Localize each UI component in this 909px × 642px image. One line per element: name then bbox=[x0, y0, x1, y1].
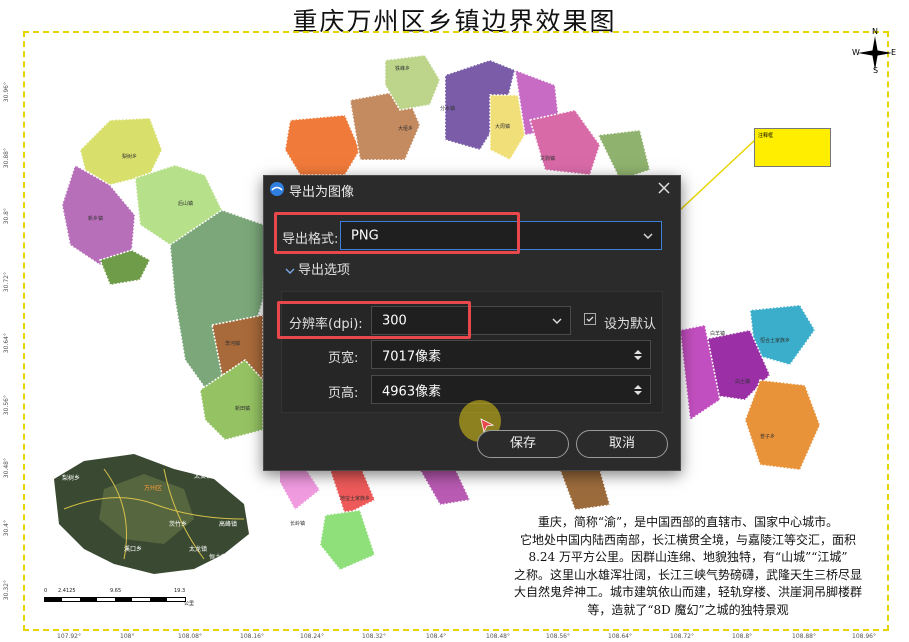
scale-label: 2.4125 bbox=[58, 588, 76, 594]
lat-label: 30.64° bbox=[3, 333, 10, 354]
lon-label: 108.64° bbox=[608, 633, 632, 640]
lat-label: 30.56° bbox=[3, 395, 10, 416]
scale-label: 19.3 bbox=[174, 588, 186, 594]
compass-s: S bbox=[873, 66, 879, 75]
inset-label: 恒土家族乡 bbox=[209, 554, 240, 561]
lon-label: 108.4° bbox=[426, 633, 447, 640]
scale-bar: 0 2.4125 9.65 19.3 公里 bbox=[44, 588, 204, 612]
lon-label: 108.56° bbox=[546, 633, 570, 640]
lat-label: 30.4° bbox=[3, 520, 10, 537]
description-line: 它地处中国内陆西南部，长江横贯全境，与嘉陵江等交汇，面积 bbox=[519, 532, 856, 547]
height-spinbox[interactable]: 4963像素 bbox=[371, 375, 651, 404]
lat-label: 30.88° bbox=[3, 148, 10, 169]
lat-label: 30.72° bbox=[3, 272, 10, 293]
lat-label: 30.96° bbox=[3, 82, 10, 103]
description-line: 等，造就了“8D 魔幻”之城的独特景观 bbox=[587, 602, 789, 617]
chevron-down-icon bbox=[285, 268, 295, 274]
width-label: 页宽: bbox=[328, 351, 359, 366]
description-line: 重庆，简称“渝”，是中国西部的直辖市、国家中心城市。 bbox=[537, 515, 839, 529]
resolution-highlight bbox=[277, 301, 471, 339]
close-icon[interactable] bbox=[656, 180, 672, 196]
lon-label: 108.72° bbox=[670, 633, 694, 640]
spin-arrows-icon[interactable] bbox=[634, 384, 642, 396]
cancel-button[interactable]: 取消 bbox=[576, 430, 668, 458]
inset-label: 万州区 bbox=[144, 485, 163, 492]
north-arrow-icon: N S E W bbox=[852, 27, 898, 76]
lon-label: 108.88° bbox=[792, 633, 816, 640]
lon-label: 108.32° bbox=[362, 633, 386, 640]
scale-label: 0 bbox=[44, 588, 48, 594]
set-default-checkbox[interactable] bbox=[584, 313, 596, 325]
inset-map: 梨树乡 太安镇 万州区 茨竹乡 高峰镇 溪口乡 太龙镇 恒土家族乡 bbox=[44, 449, 280, 579]
inset-satellite-image bbox=[54, 454, 249, 574]
inset-label: 茨竹乡 bbox=[169, 521, 188, 528]
description-text: 重庆，简称“渝”，是中国西部的直辖市、国家中心城市。 它地处中国内陆西南部，长江… bbox=[478, 514, 898, 620]
height-value: 4963像素 bbox=[382, 384, 442, 399]
compass-w: W bbox=[852, 48, 860, 57]
width-value: 7017像素 bbox=[382, 349, 442, 364]
description-line: 之称。这里山水雄浑壮阔，长江三峡气势磅礴，武隆天生三桥尽显 bbox=[513, 567, 862, 582]
inset-label: 太龙镇 bbox=[189, 546, 208, 553]
set-default-label: 设为默认 bbox=[604, 317, 657, 332]
save-button[interactable]: 保存 bbox=[477, 430, 569, 458]
lat-label: 30.32° bbox=[3, 580, 10, 601]
lat-label: 30.48° bbox=[3, 458, 10, 479]
width-spinbox[interactable]: 7017像素 bbox=[371, 340, 651, 369]
lon-label: 108.24° bbox=[300, 633, 324, 640]
inset-label: 太安镇 bbox=[194, 473, 213, 480]
lon-label: 108.96° bbox=[852, 633, 876, 640]
lon-label: 107.92° bbox=[57, 633, 81, 640]
lat-label: 30.8° bbox=[3, 208, 10, 225]
lon-label: 108.8° bbox=[732, 633, 753, 640]
spin-arrows-icon[interactable] bbox=[634, 349, 642, 361]
app-logo-icon bbox=[270, 182, 284, 196]
export-options-toggle[interactable]: 导出选项 bbox=[285, 259, 350, 278]
chevron-down-icon bbox=[552, 318, 562, 324]
height-label: 页高: bbox=[328, 386, 359, 401]
lon-label: 108° bbox=[120, 633, 135, 640]
format-highlight bbox=[274, 212, 520, 254]
export-options-label: 导出选项 bbox=[298, 263, 351, 278]
compass-e: E bbox=[891, 48, 897, 57]
inset-label: 梨树乡 bbox=[62, 475, 81, 482]
lon-label: 108.08° bbox=[178, 633, 202, 640]
inset-label: 溪口乡 bbox=[124, 546, 143, 553]
checkmark-icon bbox=[586, 316, 594, 322]
dialog-title: 导出为图像 bbox=[289, 185, 355, 200]
chevron-down-icon bbox=[643, 233, 653, 239]
dialog-titlebar[interactable]: 导出为图像 bbox=[264, 176, 680, 202]
scale-label: 9.65 bbox=[110, 588, 122, 594]
lon-label: 108.48° bbox=[486, 633, 510, 640]
lon-label: 108.16° bbox=[240, 633, 264, 640]
inset-label: 高峰镇 bbox=[219, 521, 238, 528]
description-line: 8.24 万平方公里。因群山连绵、地貌独特，有“山城”“江城” bbox=[528, 550, 848, 565]
callout-box: 注释框 bbox=[754, 128, 831, 167]
compass-n: N bbox=[872, 27, 878, 36]
description-line: 大自然鬼斧神工。城市建筑依山而建，轻轨穿楼、洪崖洞吊脚楼群 bbox=[513, 585, 862, 600]
